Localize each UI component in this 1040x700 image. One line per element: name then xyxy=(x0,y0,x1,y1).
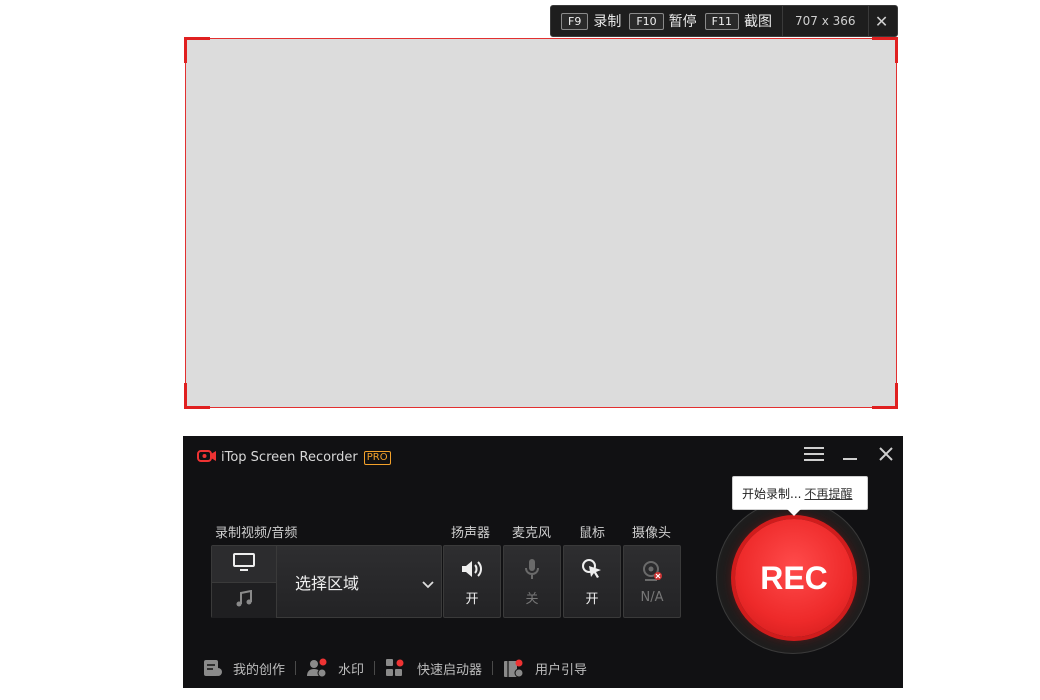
hotkey-pause-label: 暂停 xyxy=(668,14,697,30)
screen-mode-button[interactable] xyxy=(212,546,276,582)
grid-apps-icon xyxy=(385,658,407,678)
quick-launcher-label: 快速启动器 xyxy=(417,662,483,678)
hotkey-screenshot-label: 截图 xyxy=(743,14,772,30)
footer-bar: 我的创作 水印 快速启动器 用户引导 xyxy=(203,658,587,678)
webcam-icon xyxy=(641,558,663,584)
corner-handle-bottom-right[interactable] xyxy=(872,383,898,409)
corner-handle-top-left[interactable] xyxy=(184,37,210,63)
music-note-icon xyxy=(235,589,253,612)
watermark-button[interactable]: 水印 xyxy=(306,658,364,678)
area-select-label: 选择区域 xyxy=(295,574,360,593)
corner-handle-top-right[interactable] xyxy=(872,37,898,63)
minimize-icon xyxy=(842,446,858,465)
pro-badge: PRO xyxy=(363,450,391,465)
speaker-state: 开 xyxy=(465,592,479,607)
close-icon xyxy=(879,446,893,465)
record-section-label: 录制视频/音频 xyxy=(215,526,298,541)
document-icon xyxy=(203,659,223,677)
guide-book-icon xyxy=(503,658,525,678)
speaker-toggle[interactable]: 开 xyxy=(443,545,501,618)
footer-divider xyxy=(374,661,376,675)
camera-state: N/A xyxy=(640,590,664,605)
record-mode-selector: 选择区域 xyxy=(211,545,442,618)
camera-label: 摄像头 xyxy=(632,526,672,541)
footer-divider xyxy=(492,661,494,675)
rec-button[interactable]: REC xyxy=(735,519,853,637)
mouse-state: 开 xyxy=(585,592,599,607)
mic-state: 关 xyxy=(525,592,539,607)
my-creations-button[interactable]: 我的创作 xyxy=(203,659,285,678)
watermark-icon xyxy=(306,658,328,678)
speaker-icon xyxy=(461,556,483,582)
hotkey-pause-key: F10 xyxy=(629,12,664,30)
watermark-label: 水印 xyxy=(338,662,365,678)
monitor-icon xyxy=(233,553,255,575)
hotkey-record-label: 录制 xyxy=(593,14,622,30)
quick-launcher-button[interactable]: 快速启动器 xyxy=(385,658,482,678)
hotkey-pause[interactable]: F10 暂停 xyxy=(621,6,697,36)
title-bar: iTop Screen Recorder PRO xyxy=(197,448,391,467)
microphone-icon xyxy=(524,556,540,582)
hotkey-toolbar: F9 录制 F10 暂停 F11 截图 707 x 366 ✕ xyxy=(550,5,898,37)
speaker-label: 扬声器 xyxy=(451,526,491,541)
dont-remind-link[interactable]: 不再提醒 xyxy=(804,485,852,502)
my-creations-label: 我的创作 xyxy=(233,662,286,678)
user-guide-button[interactable]: 用户引导 xyxy=(503,658,587,678)
minimize-button[interactable] xyxy=(837,444,863,466)
hotkey-record[interactable]: F9 录制 xyxy=(551,6,621,36)
audio-mode-button[interactable] xyxy=(212,582,276,618)
menu-button[interactable] xyxy=(801,444,827,466)
rec-button-ring: REC xyxy=(716,500,870,654)
capture-dimensions: 707 x 366 xyxy=(781,6,869,36)
mic-toggle[interactable]: 关 xyxy=(503,545,561,618)
mouse-cursor-click-icon xyxy=(581,556,603,582)
footer-divider xyxy=(295,661,297,675)
close-icon: ✕ xyxy=(874,11,889,31)
mouse-toggle[interactable]: 开 xyxy=(563,545,621,618)
close-button[interactable] xyxy=(873,444,899,466)
chevron-down-icon xyxy=(422,574,434,593)
user-guide-label: 用户引导 xyxy=(535,662,588,678)
area-select-dropdown[interactable]: 选择区域 xyxy=(276,546,442,618)
capture-region[interactable] xyxy=(184,37,898,409)
start-recording-tooltip: 开始录制... 不再提醒 xyxy=(732,476,868,516)
camera-toggle[interactable]: N/A xyxy=(623,545,681,618)
hotkey-record-key: F9 xyxy=(561,12,589,30)
mouse-label: 鼠标 xyxy=(579,526,606,541)
corner-handle-bottom-left[interactable] xyxy=(184,383,210,409)
app-logo-icon xyxy=(197,448,217,467)
tooltip-text: 开始录制... xyxy=(742,486,802,501)
hamburger-icon xyxy=(804,446,824,465)
toolbar-close-button[interactable]: ✕ xyxy=(869,6,895,36)
mic-label: 麦克风 xyxy=(512,526,552,541)
hotkey-screenshot[interactable]: F11 截图 xyxy=(697,6,772,36)
recorder-panel: iTop Screen Recorder PRO 录制视频/音频 扬声器 麦克风… xyxy=(183,436,903,688)
hotkey-screenshot-key: F11 xyxy=(704,12,739,30)
app-title: iTop Screen Recorder xyxy=(221,450,358,465)
